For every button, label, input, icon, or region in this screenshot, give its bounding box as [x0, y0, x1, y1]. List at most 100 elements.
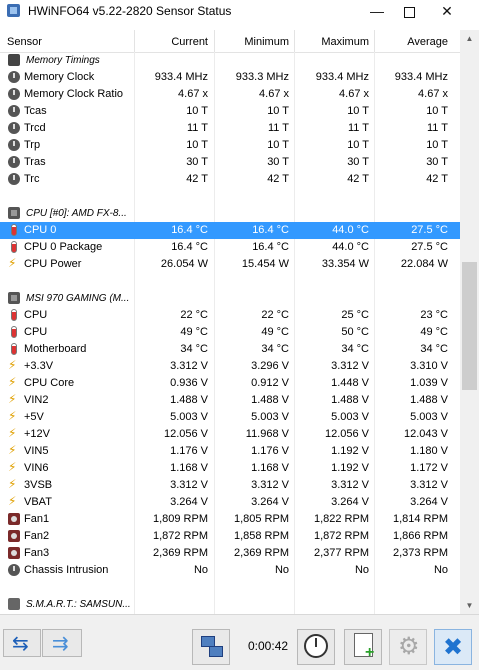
sensor-row[interactable]: VIN5 1.176 V 1.176 V 1.192 V 1.180 V: [0, 442, 460, 460]
column-header-maximum[interactable]: Maximum: [321, 34, 369, 50]
column-header-current[interactable]: Current: [171, 34, 208, 50]
window-title: HWiNFO64 v5.22-2820 Sensor Status: [28, 4, 232, 18]
value-average: 3.312 V: [410, 479, 448, 491]
value-minimum: 3.264 V: [251, 496, 289, 508]
scroll-down-icon[interactable]: ▼: [460, 597, 479, 614]
value-maximum: 3.264 V: [331, 496, 369, 508]
value-maximum: 1.448 V: [331, 377, 369, 389]
sensor-row[interactable]: VBAT 3.264 V 3.264 V 3.264 V 3.264 V: [0, 493, 460, 511]
value-minimum: 4.67 x: [259, 88, 289, 100]
sensor-row[interactable]: Trcd 11 T 11 T 11 T 11 T: [0, 120, 460, 137]
sensor-label: Trcd: [24, 122, 46, 134]
sensor-row[interactable]: +3.3V 3.312 V 3.296 V 3.312 V 3.310 V: [0, 357, 460, 375]
sensor-row[interactable]: Fan1 1,809 RPM 1,805 RPM 1,822 RPM 1,814 RPM: [0, 511, 460, 528]
value-minimum: 0.912 V: [251, 377, 289, 389]
value-maximum: 1.488 V: [331, 394, 369, 406]
sensor-row[interactable]: 3VSB 3.312 V 3.312 V 3.312 V 3.312 V: [0, 476, 460, 494]
value-minimum: 933.3 MHz: [235, 71, 289, 83]
chip-icon: [8, 207, 20, 219]
value-current: 0.936 V: [170, 377, 208, 389]
sensor-row[interactable]: Trc 42 T 42 T 42 T 42 T: [0, 171, 460, 188]
arrows-collapse-icon[interactable]: [42, 629, 82, 657]
lightning-icon: [8, 408, 20, 425]
value-average: 1.039 V: [410, 377, 448, 389]
sensor-group-row[interactable]: CPU [#0]: AMD FX-8...: [0, 205, 460, 222]
sensor-row[interactable]: CPU Core 0.936 V 0.912 V 1.448 V 1.039 V: [0, 374, 460, 392]
value-current: 5.003 V: [170, 411, 208, 423]
network-icon[interactable]: [192, 629, 230, 665]
sensor-label: 3VSB: [24, 479, 53, 491]
sensor-label: CPU: [24, 309, 48, 321]
value-current: 1.168 V: [170, 462, 208, 474]
value-minimum: 1,858 RPM: [233, 530, 289, 542]
sensor-row[interactable]: Memory Clock Ratio 4.67 x 4.67 x 4.67 x 4.67…: [0, 86, 460, 103]
value-maximum: 12.056 V: [324, 428, 369, 440]
value-average: 22.084 W: [400, 258, 448, 270]
value-current: 22 °C: [180, 309, 208, 321]
clock-icon[interactable]: [297, 629, 335, 665]
sensor-row[interactable]: VIN2 1.488 V 1.488 V 1.488 V 1.488 V: [0, 391, 460, 409]
sensor-row[interactable]: CPU 49 °C 49 °C 50 °C 49 °C: [0, 324, 460, 341]
sensor-row[interactable]: Motherboard 34 °C 34 °C 34 °C 34 °C: [0, 341, 460, 358]
vertical-scrollbar[interactable]: ▲ ▼: [460, 30, 479, 614]
sensor-label: CPU [#0]: AMD FX-8...: [26, 208, 127, 219]
drive-icon: [8, 598, 20, 610]
sensor-row[interactable]: Tcas 10 T 10 T 10 T 10 T: [0, 103, 460, 120]
value-average: 23 °C: [420, 309, 448, 321]
sensor-row[interactable]: CPU 22 °C 22 °C 25 °C 23 °C: [0, 307, 460, 324]
sensor-row[interactable]: +12V 12.056 V 11.968 V 12.056 V 12.043 V: [0, 425, 460, 443]
close-icon[interactable]: [434, 629, 472, 665]
sensor-group-row[interactable]: Memory Timings: [0, 52, 460, 69]
fan-icon: [8, 547, 20, 559]
value-minimum: No: [274, 564, 289, 576]
gear-icon[interactable]: [389, 629, 427, 665]
value-current: 11 T: [187, 122, 208, 134]
thermometer-icon: [11, 343, 17, 355]
sensor-row[interactable]: Tras 30 T 30 T 30 T 30 T: [0, 154, 460, 171]
maximize-icon: [403, 6, 415, 18]
sensor-label: Memory Clock: [24, 71, 95, 83]
sensor-row[interactable]: CPU Power 26.054 W 15.454 W 33.354 W 22.084 …: [0, 255, 460, 273]
value-average: 30 T: [426, 156, 448, 168]
column-header-minimum[interactable]: Minimum: [244, 34, 289, 50]
scroll-up-icon[interactable]: ▲: [460, 30, 479, 47]
sensor-table: Sensor Current Minimum Maximum Average M…: [0, 30, 460, 614]
sensor-row[interactable]: Fan3 2,369 RPM 2,369 RPM 2,377 RPM 2,373 RPM: [0, 545, 460, 562]
value-maximum: 30 T: [347, 156, 369, 168]
sensor-row[interactable]: VIN6 1.168 V 1.168 V 1.192 V 1.172 V: [0, 459, 460, 477]
value-average: 11 T: [427, 122, 448, 134]
sensor-group-row[interactable]: MSI 970 GAMING (M...: [0, 290, 460, 307]
sensor-row[interactable]: Chassis Intrusion No No No No: [0, 562, 460, 579]
sensor-group-row[interactable]: S.M.A.R.T.: SAMSUN...: [0, 596, 460, 613]
clock-icon: [8, 173, 20, 185]
value-maximum: 933.4 MHz: [315, 71, 369, 83]
blank-row: [0, 273, 460, 290]
sensor-row[interactable]: Memory Clock 933.4 MHz 933.3 MHz 933.4 MHz 9…: [0, 69, 460, 86]
value-average: 1.172 V: [410, 462, 448, 474]
minimize-button[interactable]: —: [360, 0, 394, 22]
blank-row: [0, 188, 460, 205]
scroll-thumb[interactable]: [462, 262, 477, 390]
maximize-button[interactable]: [392, 0, 426, 22]
column-header-sensor[interactable]: Sensor: [7, 34, 42, 50]
add-report-icon[interactable]: [344, 629, 382, 665]
column-header-average[interactable]: Average: [407, 34, 448, 50]
value-current: 1.176 V: [170, 445, 208, 457]
sensor-row[interactable]: +5V 5.003 V 5.003 V 5.003 V 5.003 V: [0, 408, 460, 426]
value-maximum: 44.0 °C: [332, 241, 369, 253]
sensor-row[interactable]: CPU 0 16.4 °C 16.4 °C 44.0 °C 27.5 °C: [0, 222, 460, 239]
value-maximum: 34 °C: [341, 343, 369, 355]
lightning-icon: [8, 442, 20, 459]
value-maximum: 4.67 x: [339, 88, 369, 100]
arrows-left-right-icon[interactable]: [3, 629, 41, 657]
value-average: 10 T: [426, 139, 448, 151]
value-average: 49 °C: [420, 326, 448, 338]
sensor-row[interactable]: CPU 0 Package 16.4 °C 16.4 °C 44.0 °C 27.5 °…: [0, 239, 460, 256]
sensor-row[interactable]: Trp 10 T 10 T 10 T 10 T: [0, 137, 460, 154]
clock-icon: [8, 122, 20, 134]
close-window-button[interactable]: ✕: [430, 0, 464, 22]
sensor-row[interactable]: Fan2 1,872 RPM 1,858 RPM 1,872 RPM 1,866 RPM: [0, 528, 460, 545]
sensor-label: Trc: [24, 173, 40, 185]
value-current: 1,809 RPM: [152, 513, 208, 525]
value-average: No: [433, 564, 448, 576]
